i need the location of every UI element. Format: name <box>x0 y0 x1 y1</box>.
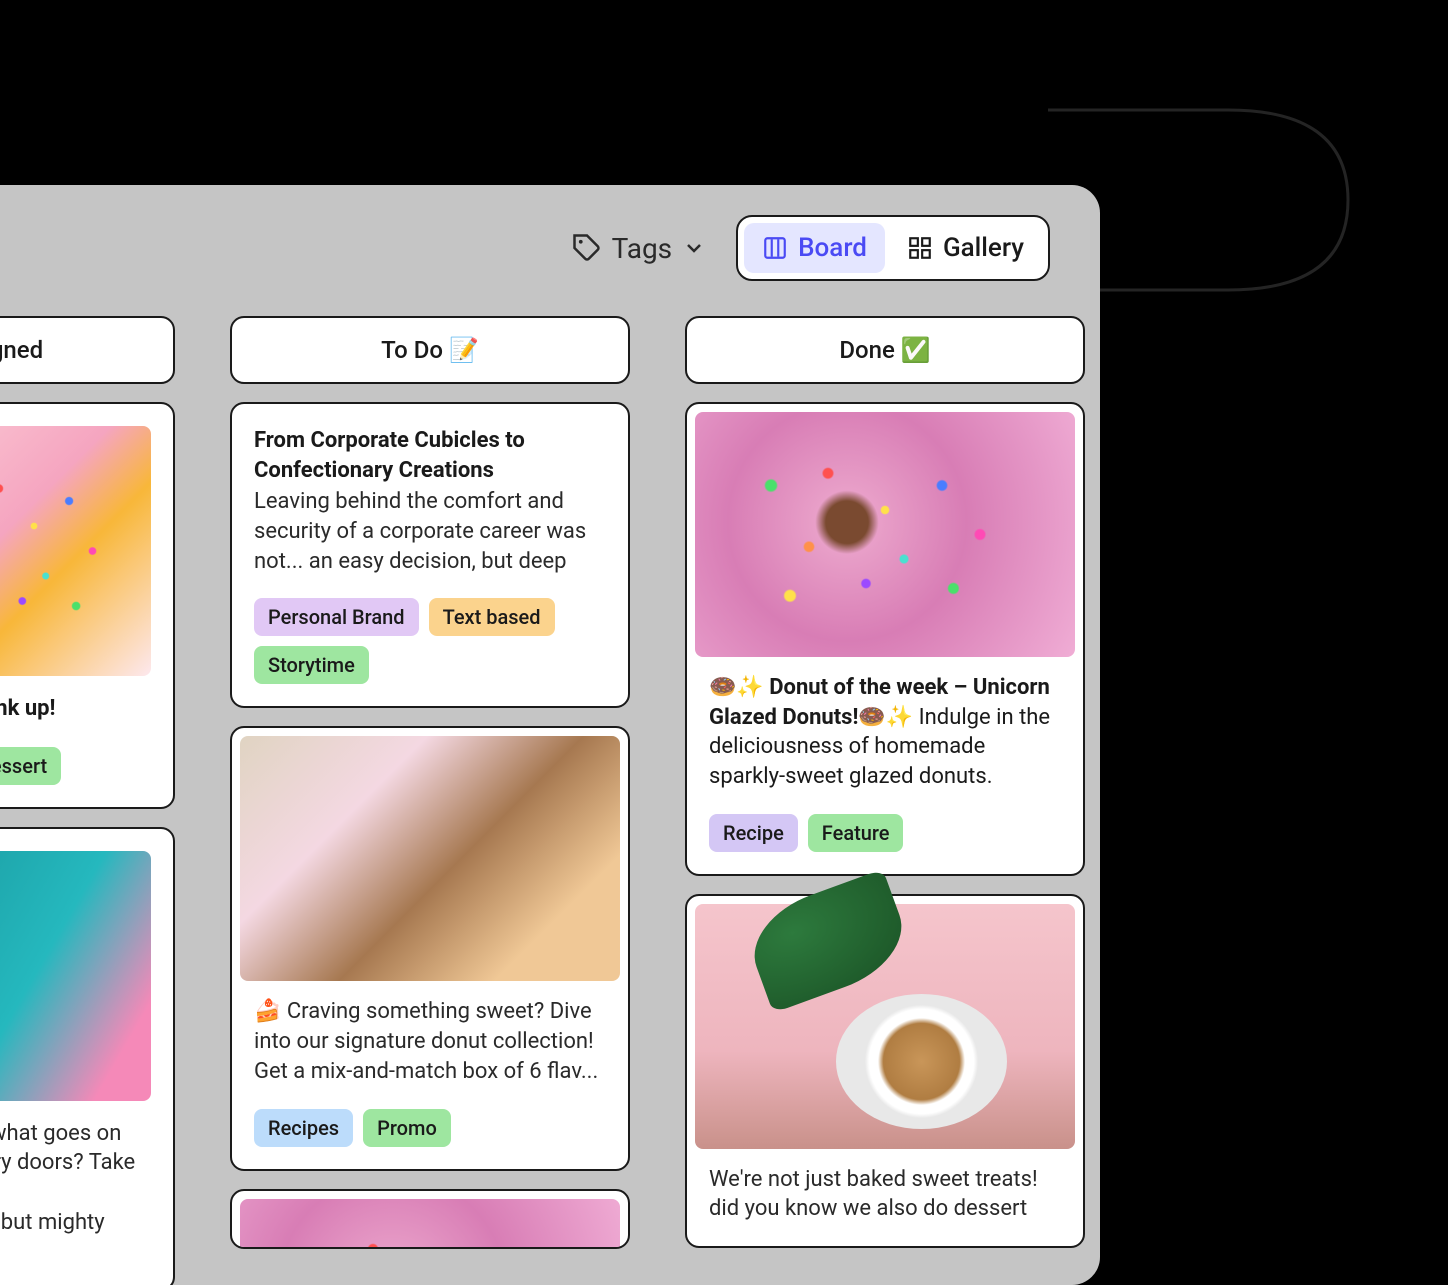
card-title: ats - Drink up! <box>0 694 151 725</box>
tag[interactable]: Recipe <box>709 814 798 852</box>
tags-row: Recipes Promo <box>254 1109 606 1147</box>
column-todo: To Do 📝 From Corporate Cubicles to Confe… <box>230 316 630 1267</box>
card-body: ndered what goes on ed bakery doors? Tak… <box>0 1119 151 1267</box>
view-board-label: Board <box>798 233 867 263</box>
app-window: Tags Board Gallery Unassigned ats - Drin… <box>0 185 1100 1285</box>
top-bar: Tags Board Gallery <box>0 215 1060 281</box>
view-board-button[interactable]: Board <box>744 223 885 273</box>
card-image <box>0 851 151 1101</box>
view-gallery-label: Gallery <box>943 233 1024 263</box>
tags-label: Tags <box>612 232 673 265</box>
chevron-down-icon <box>682 236 706 260</box>
card-image <box>240 736 620 981</box>
column-unassigned: Unassigned ats - Drink up! Feature desse… <box>0 316 175 1285</box>
column-header[interactable]: To Do 📝 <box>230 316 630 384</box>
card-body: Leaving behind the comfort and security … <box>254 487 606 576</box>
gallery-icon <box>907 235 933 261</box>
column-header[interactable]: Unassigned <box>0 316 175 384</box>
card-body: We're not just baked sweet treats! did y… <box>709 1165 1061 1224</box>
tag[interactable]: Personal Brand <box>254 598 419 636</box>
kanban-columns: Unassigned ats - Drink up! Feature desse… <box>0 316 1060 1285</box>
tag[interactable]: Storytime <box>254 646 369 684</box>
view-gallery-button[interactable]: Gallery <box>889 223 1042 273</box>
card[interactable]: ndered what goes on ed bakery doors? Tak… <box>0 827 175 1285</box>
tags-row: Recipe Feature <box>709 814 1061 852</box>
tags-row: Feature dessert <box>0 747 151 785</box>
card-image <box>695 412 1075 657</box>
board-icon <box>762 235 788 261</box>
column-done: Done ✅ 🍩✨ Donut of the week – Unicorn Gl… <box>685 316 1085 1266</box>
card-body: 🍰 Craving something sweet? Dive into our… <box>254 997 606 1086</box>
card-image <box>240 1199 620 1249</box>
card-text: 🍩✨ Donut of the week – Unicorn Glazed Do… <box>709 673 1061 792</box>
card[interactable] <box>230 1189 630 1249</box>
card-image <box>695 904 1075 1149</box>
tag[interactable]: Feature dessert <box>0 747 61 785</box>
card-image <box>0 426 151 676</box>
tag-icon <box>572 233 602 263</box>
card[interactable]: We're not just baked sweet treats! did y… <box>685 894 1085 1248</box>
tag[interactable]: Recipes <box>254 1109 353 1147</box>
card[interactable]: 🍩✨ Donut of the week – Unicorn Glazed Do… <box>685 402 1085 876</box>
tag[interactable]: Feature <box>808 814 904 852</box>
card-title: From Corporate Cubicles to Confectionary… <box>254 426 606 485</box>
tags-row: Personal Brand Text based Storytime <box>254 598 606 684</box>
tags-filter[interactable]: Tags <box>572 232 707 265</box>
tag[interactable]: Promo <box>363 1109 451 1147</box>
column-header[interactable]: Done ✅ <box>685 316 1085 384</box>
card[interactable]: ats - Drink up! Feature dessert <box>0 402 175 809</box>
view-switcher: Board Gallery <box>736 215 1050 281</box>
tag[interactable]: Text based <box>429 598 555 636</box>
card[interactable]: 🍰 Craving something sweet? Dive into our… <box>230 726 630 1170</box>
card[interactable]: From Corporate Cubicles to Confectionary… <box>230 402 630 708</box>
